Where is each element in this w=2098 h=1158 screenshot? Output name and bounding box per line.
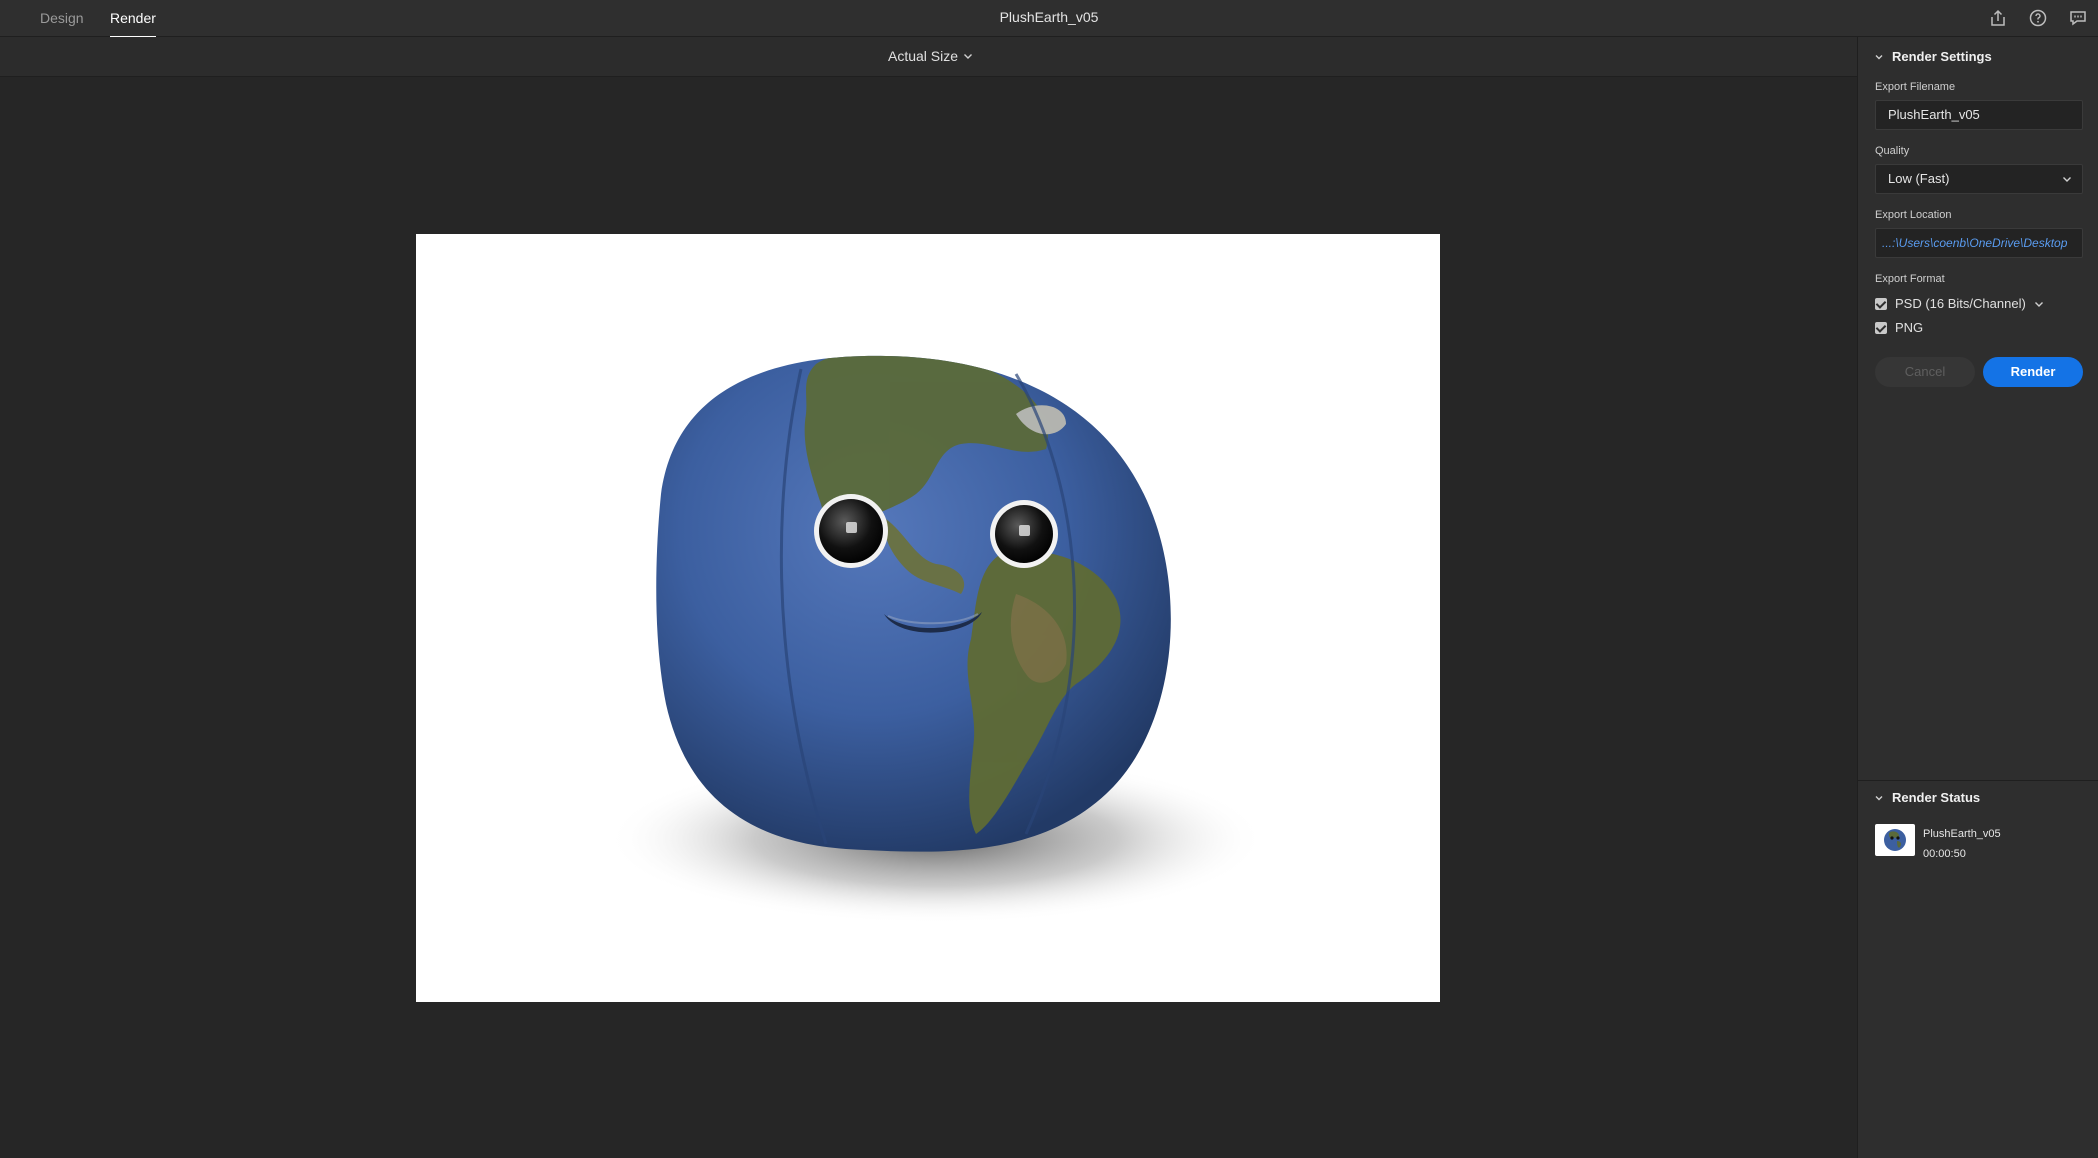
view-bar: Actual Size: [0, 37, 1857, 77]
export-location-value: ...:\Users\coenb\OneDrive\Desktop: [1882, 236, 2068, 250]
plush-earth-image: [606, 355, 1266, 924]
render-status-header[interactable]: Render Status: [1874, 790, 1980, 805]
png-format-label: PNG: [1895, 320, 1924, 335]
export-filename-value: PlushEarth_v05: [1888, 107, 1980, 122]
chevron-down-icon: [2063, 177, 2071, 182]
checkbox-checked[interactable]: [1875, 297, 1887, 310]
canvas-area: Actual Size: [0, 37, 1857, 1158]
section-divider: [1858, 780, 2098, 781]
top-bar: Design Render PlushEarth_v05: [0, 0, 2098, 38]
render-settings-panel: Render Settings Export Filename PlushEar…: [1857, 37, 2098, 1158]
export-filename-input[interactable]: PlushEarth_v05: [1875, 100, 2083, 130]
export-location-input[interactable]: ...:\Users\coenb\OneDrive\Desktop: [1875, 228, 2083, 258]
render-settings-title: Render Settings: [1892, 49, 1992, 64]
render-item-name: PlushEarth_v05: [1923, 828, 2001, 840]
psd-format-label: PSD (16 Bits/Channel): [1895, 296, 2026, 311]
render-status-title: Render Status: [1892, 790, 1981, 805]
cancel-button[interactable]: Cancel: [1875, 357, 1975, 387]
render-settings-header[interactable]: Render Settings: [1874, 49, 1992, 64]
chevron-down-icon: [1875, 54, 1883, 59]
chevron-down-icon: [1875, 795, 1883, 800]
document-title: PlushEarth_v05: [999, 9, 1099, 25]
chevron-down-icon[interactable]: [2034, 299, 2044, 309]
chevron-down-icon: [964, 54, 973, 59]
render-item-time: 00:00:50: [1923, 848, 1966, 860]
share-icon[interactable]: [1988, 8, 2008, 28]
zoom-label: Actual Size: [888, 48, 959, 64]
png-format-checkbox[interactable]: PNG: [1875, 320, 1923, 335]
psd-format-checkbox[interactable]: PSD (16 Bits/Channel): [1875, 296, 2044, 311]
render-preview[interactable]: [416, 234, 1440, 1002]
app-window: Design Render PlushEarth_v05 Actual Size: [0, 0, 2098, 1158]
checkbox-checked[interactable]: [1875, 321, 1887, 334]
render-status-item[interactable]: PlushEarth_v05 00:00:50: [1875, 824, 2001, 864]
render-button[interactable]: Render: [1983, 357, 2083, 387]
export-location-label: Export Location: [1875, 209, 1952, 221]
render-thumbnail: [1875, 824, 1915, 856]
export-filename-label: Export Filename: [1875, 81, 1956, 93]
export-format-label: Export Format: [1875, 273, 1945, 285]
feedback-icon[interactable]: [2068, 8, 2088, 28]
quality-label: Quality: [1875, 145, 1910, 157]
quality-select[interactable]: Low (Fast): [1875, 164, 2083, 194]
help-icon[interactable]: [2028, 8, 2048, 28]
quality-value: Low (Fast): [1888, 171, 1950, 186]
zoom-dropdown[interactable]: Actual Size: [888, 48, 973, 64]
